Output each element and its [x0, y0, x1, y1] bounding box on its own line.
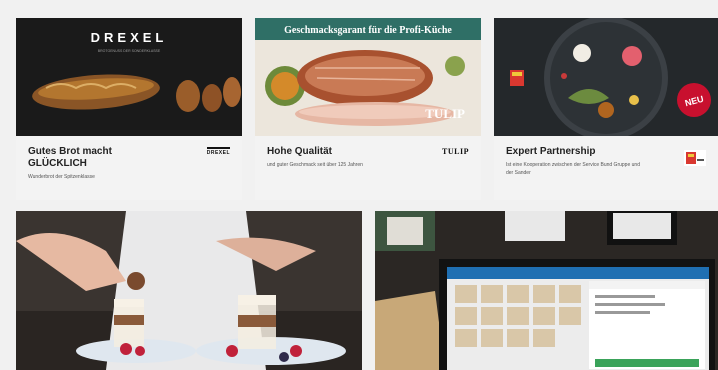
card-title: Expert Partnership: [506, 146, 596, 157]
drexel-logo: DREXEL: [206, 147, 230, 156]
plated-dish-image: NEU: [494, 18, 718, 136]
tulip-logo: TULIP: [442, 147, 469, 156]
card-title: Hohe Qualität: [267, 146, 333, 157]
drexel-brand-text: DREXEL: [91, 30, 168, 45]
card-body: Gutes Brot macht GLÜCKLICH Wunderbrot de…: [16, 136, 242, 200]
card-title: Gutes Brot macht GLÜCKLICH: [28, 146, 112, 169]
card-subtitle: und guter Geschmack seit über 125 Jahren: [267, 162, 363, 168]
tulip-ham-image: Geschmacksgarant für die Profi-Küche TUL…: [255, 18, 481, 136]
drexel-bread-image: DREXEL BROTGENUSS DER SONDERKLASSE: [16, 18, 242, 136]
card-body: Hohe Qualität und guter Geschmack seit ü…: [255, 136, 481, 200]
tulip-brand-text: TULIP: [425, 106, 465, 121]
pos-terminal-image[interactable]: [375, 211, 718, 370]
product-card-expert-partnership[interactable]: NEU Expert Partnership Ist eine Kooperat…: [494, 18, 718, 200]
drexel-tagline-text: BROTGENUSS DER SONDERKLASSE: [98, 49, 161, 53]
card-subtitle: Wunderbrot der Spitzenklasse: [28, 174, 95, 180]
card-subtitle: Ist eine Kooperation zwischen der Servic…: [506, 162, 640, 176]
card-body: Expert Partnership Ist eine Kooperation …: [494, 136, 718, 200]
product-card-tulip[interactable]: Geschmacksgarant für die Profi-Küche TUL…: [255, 18, 481, 200]
tulip-headline-text: Geschmacksgarant für die Profi-Küche: [284, 25, 452, 36]
product-card-drexel[interactable]: DREXEL BROTGENUSS DER SONDERKLASSE Gutes…: [16, 18, 242, 200]
dessert-plating-image[interactable]: [16, 211, 362, 370]
partner-logo-icon: [684, 150, 706, 168]
